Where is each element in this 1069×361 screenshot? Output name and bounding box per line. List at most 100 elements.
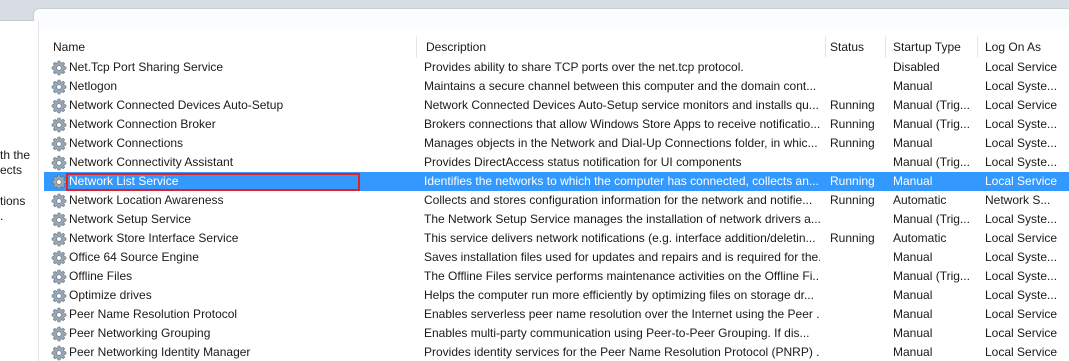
service-description: Maintains a secure channel between this …	[424, 79, 817, 93]
service-log-on-as: Local Service	[985, 345, 1058, 359]
service-row[interactable]: Peer Networking Identity Manager Provides…	[44, 343, 1069, 361]
service-gear-icon	[51, 174, 67, 190]
service-row[interactable]: Peer Networking Grouping Enables multi-pa…	[44, 324, 1069, 343]
service-row[interactable]: Office 64 Source Engine Saves installatio…	[44, 248, 1069, 267]
service-status: Running	[830, 136, 875, 150]
service-startup-type: Manual (Trig...	[893, 98, 970, 112]
service-status: Running	[830, 98, 875, 112]
service-gear-icon	[51, 326, 67, 342]
service-log-on-as: Local Syste...	[985, 212, 1058, 226]
service-row[interactable]: Network Connections Manages objects in th…	[44, 134, 1069, 153]
service-row[interactable]: Network Store Interface Service This serv…	[44, 229, 1069, 248]
service-row[interactable]: Network Setup Service The Network Setup S…	[44, 210, 1069, 229]
service-startup-type: Manual (Trig...	[893, 155, 970, 169]
service-row[interactable]: Network Connectivity Assistant Provides D…	[44, 153, 1069, 172]
service-log-on-as: Local Syste...	[985, 117, 1058, 131]
service-startup-type: Manual	[893, 288, 933, 302]
service-row[interactable]: Network Connection Broker Brokers connect…	[44, 115, 1069, 134]
service-row[interactable]: Offline Files The Offline Files service p…	[44, 267, 1069, 286]
sort-ascending-icon: ^	[227, 36, 237, 40]
service-name: Network Location Awareness	[69, 193, 224, 207]
service-description: Provides DirectAccess status notificatio…	[424, 155, 742, 169]
service-name: Network Connections	[69, 136, 184, 150]
service-status	[830, 153, 886, 172]
service-row[interactable]: Network Connected Devices Auto-Setup Netw…	[44, 96, 1069, 115]
service-gear-icon	[51, 60, 67, 76]
column-header-description[interactable]: Description	[417, 36, 826, 58]
service-status	[830, 58, 886, 77]
service-gear-icon	[51, 345, 67, 361]
service-startup-type: Manual	[893, 307, 933, 321]
service-status: Running	[830, 117, 875, 131]
service-status	[830, 324, 886, 343]
column-header-status-label: Status	[830, 40, 865, 54]
service-row[interactable]: Peer Name Resolution Protocol Enables ser…	[44, 305, 1069, 324]
column-header-status[interactable]: Status	[821, 36, 886, 58]
service-name: Peer Networking Identity Manager	[69, 345, 251, 359]
service-gear-icon	[51, 269, 67, 285]
service-row[interactable]: Network List Service Identifies the netwo…	[44, 172, 1069, 191]
service-status	[830, 343, 886, 361]
left-pane-text-4: .	[0, 209, 4, 223]
service-row[interactable]: Netlogon Maintains a secure channel betwe…	[44, 77, 1069, 96]
column-header-startup-type[interactable]: Startup Type	[884, 36, 978, 58]
service-description: The Network Setup Service manages the in…	[424, 212, 820, 226]
service-row[interactable]: Network Location Awareness Collects and s…	[44, 191, 1069, 210]
service-startup-type: Disabled	[893, 60, 940, 74]
column-header-log-on-as-label: Log On As	[985, 40, 1042, 54]
service-startup-type: Manual (Trig...	[893, 117, 970, 131]
content-panel-edge	[33, 8, 1069, 29]
service-description: Network Connected Devices Auto-Setup ser…	[424, 98, 819, 112]
service-description: Manages objects in the Network and Dial-…	[424, 136, 818, 150]
service-startup-type: Automatic	[893, 193, 947, 207]
column-header-startup-type-label: Startup Type	[893, 40, 961, 54]
service-gear-icon	[51, 231, 67, 247]
service-gear-icon	[51, 136, 67, 152]
service-row[interactable]: Optimize drives Helps the computer run mo…	[44, 286, 1069, 305]
service-gear-icon	[51, 250, 67, 266]
service-status	[830, 305, 886, 324]
service-name: Net.Tcp Port Sharing Service	[69, 60, 224, 74]
service-name: Netlogon	[69, 79, 118, 93]
service-log-on-as: Local Service	[985, 307, 1058, 321]
service-gear-icon	[51, 212, 67, 228]
left-pane-text-1: th the	[0, 148, 31, 162]
service-startup-type: Manual	[893, 136, 933, 150]
service-name: Peer Name Resolution Protocol	[69, 307, 238, 321]
service-description: Brokers connections that allow Windows S…	[424, 117, 820, 131]
service-description: Identifies the networks to which the com…	[424, 174, 819, 188]
service-startup-type: Manual	[893, 79, 933, 93]
service-startup-type: Manual	[893, 345, 933, 359]
service-log-on-as: Local Service	[985, 326, 1058, 340]
service-name: Network Store Interface Service	[69, 231, 239, 245]
service-gear-icon	[51, 288, 67, 304]
service-startup-type: Manual	[893, 174, 933, 188]
service-gear-icon	[51, 193, 67, 209]
service-status	[830, 210, 886, 229]
service-log-on-as: Local Syste...	[985, 269, 1058, 283]
services-list[interactable]: Name ^ Description Status Startup Type L…	[44, 36, 1069, 361]
service-log-on-as: Local Syste...	[985, 136, 1058, 150]
service-log-on-as: Local Service	[985, 60, 1058, 74]
column-header-name[interactable]: Name ^	[44, 36, 417, 58]
column-header-log-on-as[interactable]: Log On As	[976, 36, 1069, 58]
service-log-on-as: Local Syste...	[985, 79, 1058, 93]
service-name: Network Connection Broker	[69, 117, 216, 131]
service-description: Provides identity services for the Peer …	[424, 345, 820, 359]
service-description: Collects and stores configuration inform…	[424, 193, 813, 207]
service-status	[830, 267, 886, 286]
service-status	[830, 248, 886, 267]
service-description: Enables serverless peer name resolution …	[424, 307, 820, 321]
column-header-name-label: Name	[53, 40, 86, 54]
service-name: Offline Files	[69, 269, 133, 283]
service-status: Running	[830, 174, 875, 188]
service-status	[830, 77, 886, 96]
service-startup-type: Manual	[893, 250, 933, 264]
service-description: This service delivers network notificati…	[424, 231, 816, 245]
service-name: Network Connected Devices Auto-Setup	[69, 98, 284, 112]
service-log-on-as: Local Service	[985, 174, 1058, 188]
service-name: Network Connectivity Assistant	[69, 155, 234, 169]
service-status: Running	[830, 231, 875, 245]
service-name: Office 64 Source Engine	[69, 250, 199, 264]
service-row[interactable]: Net.Tcp Port Sharing Service Provides abi…	[44, 58, 1069, 77]
